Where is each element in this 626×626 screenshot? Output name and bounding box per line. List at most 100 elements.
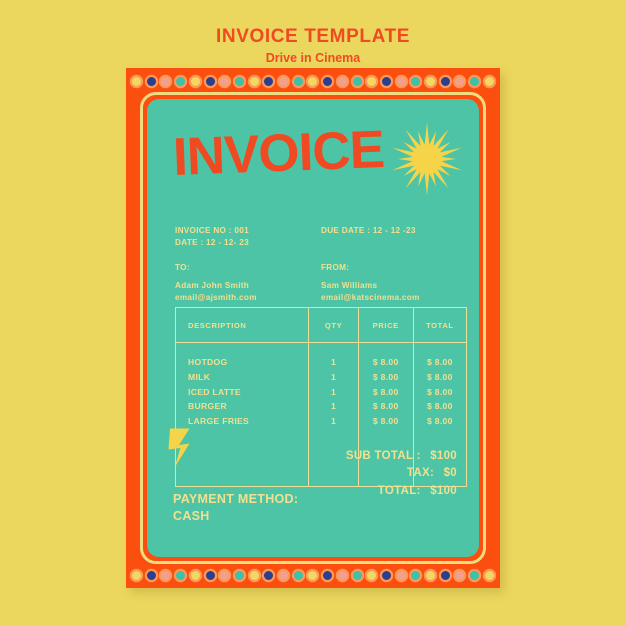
column-header-total: TOTAL: [426, 320, 454, 330]
payment-method-label: PAYMENT METHOD:: [173, 492, 299, 507]
decorative-dot: [440, 76, 450, 86]
decorative-dot: [455, 76, 465, 86]
table-cell-total: $ 8.00: [427, 371, 453, 382]
decorative-dot: [455, 570, 465, 580]
decorative-dot: [176, 570, 186, 580]
table-cell-total: $ 8.00: [427, 416, 453, 427]
invoice-card-inner-border: INVOICE INVOICE NO : 001 DATE : 12 - 12-…: [140, 92, 486, 564]
from-email: email@katscinema.com: [321, 292, 420, 302]
invoice-meta-left: INVOICE NO : 001 DATE : 12 - 12- 23 TO: …: [175, 225, 321, 303]
decorative-dot: [337, 570, 347, 580]
decorative-dot: [426, 570, 436, 580]
table-cell-price: $ 8.00: [372, 401, 399, 412]
invoice-meta: INVOICE NO : 001 DATE : 12 - 12- 23 TO: …: [175, 225, 467, 303]
column-header-price: PRICE: [359, 308, 414, 342]
totals-block: SUB TOTAL : $100 TAX: $0 TOTAL: $100: [346, 448, 457, 501]
payment-method-block: PAYMENT METHOD: CASH: [173, 491, 298, 525]
decorative-dot: [470, 76, 480, 86]
table-cell-description: BURGER: [188, 401, 228, 412]
decorative-dot: [367, 570, 377, 580]
decorative-dot: [249, 76, 259, 86]
sun-starburst-icon: [389, 121, 465, 197]
decorative-dot: [293, 570, 303, 580]
decorative-dot: [205, 76, 215, 86]
decorative-dot: [308, 570, 318, 580]
subtotal-row: SUB TOTAL : $100: [346, 448, 457, 466]
decorative-dot: [132, 76, 141, 86]
decorative-dot: [352, 570, 362, 580]
decorative-dot: [190, 76, 200, 86]
table-cell-qty: 1: [330, 357, 337, 367]
due-date: DUE DATE : 12 - 12 -23: [321, 226, 416, 235]
invoice-date: DATE : 12 - 12- 23: [175, 237, 249, 247]
column-header-qty: QTY: [309, 308, 359, 342]
page-subtitle: Drive in Cinema: [265, 50, 361, 65]
tax-label: TAX:: [406, 467, 435, 480]
decorative-dot: [411, 570, 421, 580]
to-email: email@ajsmith.com: [175, 292, 257, 302]
decorative-dot: [264, 570, 274, 580]
decorative-dot: [411, 76, 421, 86]
decorative-dot: [396, 76, 406, 86]
decorative-dot: [484, 570, 494, 580]
decorative-dot: [146, 570, 156, 580]
decorative-dot: [279, 570, 289, 580]
table-header-row: DESCRIPTION QTY PRICE TOTAL: [176, 308, 466, 343]
table-cell-total: $ 8.00: [427, 386, 453, 397]
subtotal-label: SUB TOTAL :: [345, 449, 421, 462]
table-cell-description: ICED LATTE: [188, 386, 241, 397]
table-cell-total: $ 8.00: [427, 401, 453, 412]
table-cell-price: $ 8.00: [372, 371, 399, 382]
tax-row: TAX: $0: [346, 465, 457, 483]
decorative-dot: [205, 570, 215, 580]
decorative-dot: [234, 570, 244, 580]
decorative-dot: [381, 570, 391, 580]
to-name: Adam John Smith: [175, 280, 250, 290]
decorative-dot: [308, 76, 318, 86]
page-header: INVOICE TEMPLATE Drive in Cinema: [0, 26, 626, 66]
table-cell-qty: 1: [330, 386, 337, 397]
table-cell-price: $ 8.00: [372, 357, 399, 367]
grand-total-value: $100: [430, 485, 457, 498]
grand-total-label: TOTAL:: [377, 485, 421, 498]
decorative-dot: [190, 570, 200, 580]
subtotal-value: $100: [430, 449, 457, 462]
invoice-meta-right: DUE DATE : 12 - 12 -23 FROM: Sam William…: [321, 225, 467, 303]
decorative-dot-strip-top: [126, 72, 500, 90]
table-cell-description: HOTDOG: [188, 357, 228, 367]
table-cell-qty: 1: [330, 371, 337, 382]
decorative-dot: [176, 76, 186, 86]
decorative-dot: [367, 76, 377, 86]
decorative-dot: [470, 570, 480, 580]
decorative-dot: [220, 76, 230, 86]
decorative-dot: [426, 76, 436, 86]
from-label: FROM:: [321, 262, 350, 272]
invoice-card: INVOICE INVOICE NO : 001 DATE : 12 - 12-…: [126, 68, 500, 588]
decorative-dot: [323, 570, 333, 580]
decorative-dot: [484, 76, 494, 86]
tax-value: $0: [443, 467, 457, 480]
table-cell-qty: 1: [330, 416, 337, 427]
decorative-dot: [396, 570, 406, 580]
decorative-dot: [293, 76, 303, 86]
decorative-dot: [352, 76, 362, 86]
decorative-dot: [146, 76, 156, 86]
decorative-dot: [264, 76, 274, 86]
decorative-dot: [337, 76, 347, 86]
payment-method-value: CASH: [173, 509, 210, 524]
invoice-heading: INVOICE: [171, 119, 385, 188]
to-label: TO:: [175, 262, 190, 272]
decorative-dot: [132, 570, 141, 580]
decorative-dot: [323, 76, 333, 86]
decorative-dot: [234, 76, 244, 86]
decorative-dot: [161, 76, 171, 86]
decorative-dot: [381, 76, 391, 86]
table-cell-description: MILK: [188, 371, 211, 382]
lightning-bolt-icon: [167, 427, 197, 469]
page-title: INVOICE TEMPLATE: [216, 26, 410, 47]
decorative-dot: [279, 76, 289, 86]
invoice-number: INVOICE NO : 001: [175, 226, 249, 235]
table-cell-price: $ 8.00: [372, 386, 399, 397]
table-cell-total: $ 8.00: [427, 357, 453, 367]
decorative-dot: [249, 570, 259, 580]
